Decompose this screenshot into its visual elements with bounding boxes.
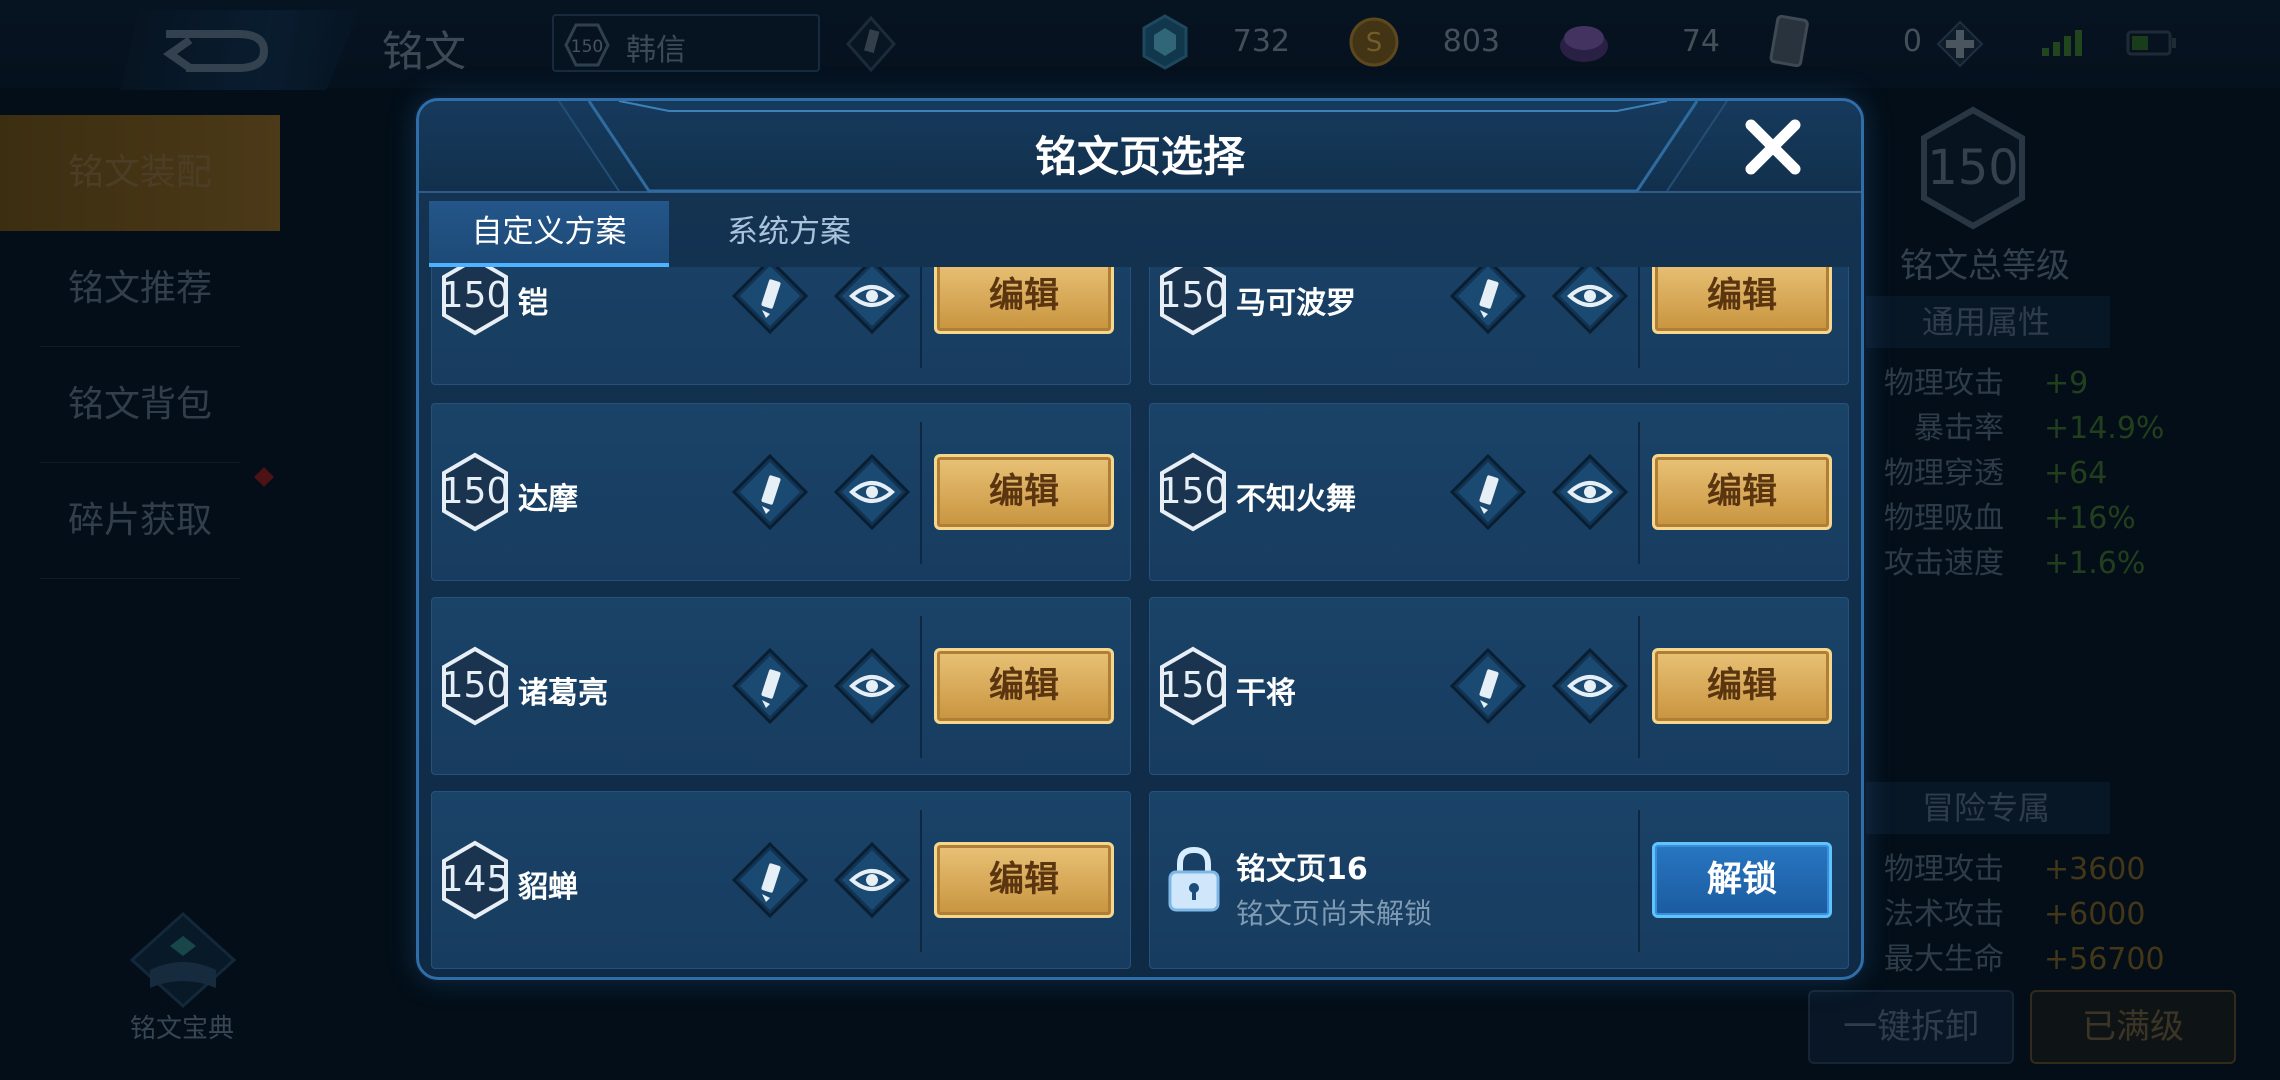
locked-page-card: 铭文页16 铭文页尚未解锁 解锁 [1149, 791, 1849, 969]
pencil-icon[interactable] [1450, 454, 1526, 530]
edit-button[interactable]: 编辑 [1652, 454, 1832, 530]
pencil-icon[interactable] [732, 648, 808, 724]
close-icon[interactable] [1741, 115, 1805, 179]
tab-custom[interactable]: 自定义方案 [429, 201, 669, 267]
modal-header: 铭文页选择 [419, 101, 1861, 193]
page-name: 貂蝉 [518, 870, 578, 905]
rune-page-card: 145 貂蝉 编辑 [431, 791, 1131, 969]
rune-page-card: 150 达摩 编辑 [431, 403, 1131, 581]
page-name: 不知火舞 [1236, 482, 1356, 517]
rune-page-card: 150 不知火舞 编辑 [1149, 403, 1849, 581]
rune-page-list[interactable]: 150 铠 编辑 150 马可波罗 编辑 150 达摩 编辑 150 不知火舞 [431, 267, 1851, 977]
level-badge: 150 [440, 646, 510, 730]
eye-icon[interactable] [1552, 454, 1628, 530]
unlock-button[interactable]: 解锁 [1652, 842, 1832, 918]
pencil-icon[interactable] [1450, 267, 1526, 334]
page-name: 达摩 [518, 482, 578, 517]
page-name: 干将 [1236, 676, 1296, 711]
locked-page-subtitle: 铭文页尚未解锁 [1236, 897, 1433, 930]
edit-button[interactable]: 编辑 [934, 267, 1114, 334]
edit-button[interactable]: 编辑 [934, 842, 1114, 918]
edit-button[interactable]: 编辑 [1652, 267, 1832, 334]
locked-page-title: 铭文页16 [1236, 852, 1368, 887]
eye-icon[interactable] [834, 842, 910, 918]
eye-icon[interactable] [834, 454, 910, 530]
level-badge: 150 [1158, 267, 1228, 340]
page-name: 马可波罗 [1236, 286, 1356, 321]
rune-page-card: 150 马可波罗 编辑 [1149, 267, 1849, 385]
level-badge: 150 [440, 267, 510, 340]
level-badge: 145 [440, 840, 510, 924]
rune-page-modal: 铭文页选择 自定义方案 系统方案 150 铠 编辑 150 马可波罗 编辑 15… [416, 98, 1864, 980]
tab-bar: 自定义方案 系统方案 [429, 201, 1849, 267]
edit-button[interactable]: 编辑 [934, 648, 1114, 724]
edit-button[interactable]: 编辑 [1652, 648, 1832, 724]
rune-page-card: 150 铠 编辑 [431, 267, 1131, 385]
pencil-icon[interactable] [732, 267, 808, 334]
pencil-icon[interactable] [732, 842, 808, 918]
pencil-icon[interactable] [732, 454, 808, 530]
eye-icon[interactable] [1552, 267, 1628, 334]
edit-button[interactable]: 编辑 [934, 454, 1114, 530]
level-badge: 150 [1158, 646, 1228, 730]
eye-icon[interactable] [834, 267, 910, 334]
level-badge: 150 [440, 452, 510, 536]
rune-page-card: 150 诸葛亮 编辑 [431, 597, 1131, 775]
page-name: 诸葛亮 [518, 676, 608, 711]
eye-icon[interactable] [1552, 648, 1628, 724]
modal-title: 铭文页选择 [1034, 132, 1245, 181]
page-name: 铠 [518, 286, 548, 321]
tab-system[interactable]: 系统方案 [669, 201, 909, 267]
rune-page-card: 150 干将 编辑 [1149, 597, 1849, 775]
level-badge: 150 [1158, 452, 1228, 536]
eye-icon[interactable] [834, 648, 910, 724]
pencil-icon[interactable] [1450, 648, 1526, 724]
lock-icon [1168, 846, 1220, 912]
